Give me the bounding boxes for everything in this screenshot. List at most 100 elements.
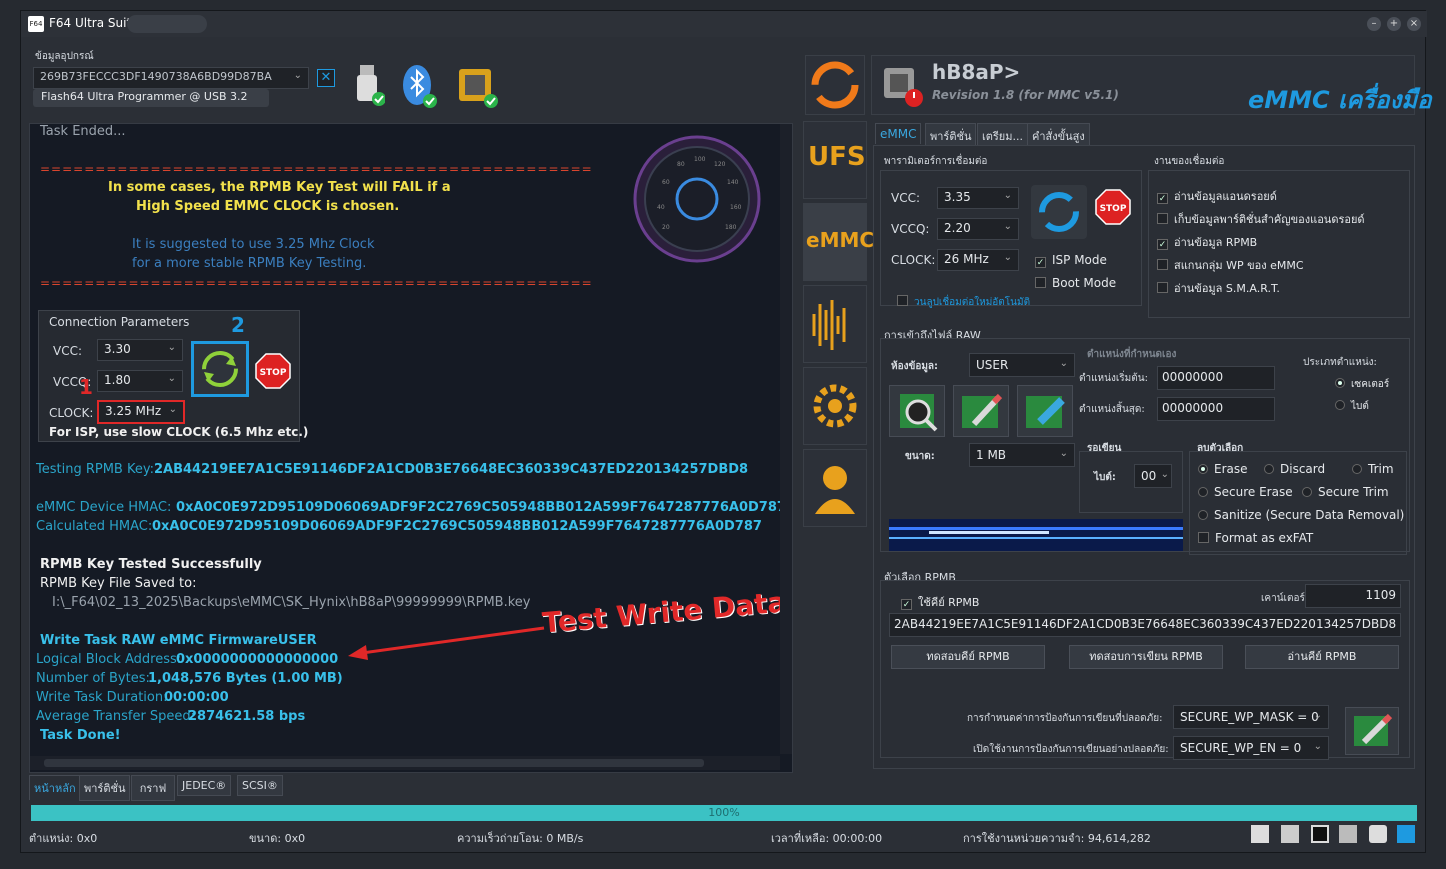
signal-mode-button[interactable]: [803, 285, 867, 363]
reconnect-button[interactable]: [191, 341, 249, 397]
calculator-icon[interactable]: [1339, 825, 1357, 843]
tab-jedec[interactable]: JEDEC®: [177, 775, 232, 796]
wp-mask-label: การกำหนดค่าการป้องกันการเขียนที่ปลอดภัย:: [967, 713, 1163, 724]
rpmb-saved-text: RPMB Key File Saved to:: [40, 576, 197, 591]
emmc-tab-content: พารามิเตอร์การเชื่อมต่อ VCC: 3.35 ⌄ VCCQ:…: [873, 145, 1415, 769]
clock-select-right[interactable]: 26 MHz ⌄: [937, 249, 1019, 271]
vcc-value: 3.30: [104, 342, 131, 356]
camera-icon[interactable]: [1369, 825, 1387, 843]
vccq-value-right: 2.20: [944, 221, 971, 235]
checkbox-unchecked: [897, 295, 908, 306]
marker-2: 2: [231, 313, 245, 337]
tab-home[interactable]: หน้าหลัก: [29, 775, 81, 800]
close-icon[interactable]: ×: [1407, 17, 1421, 31]
connection-params-box: Connection Parameters VCC: 3.30 ⌄ VCCQ: 1…: [38, 310, 308, 442]
area-label: ห้องข้อมูล:: [891, 361, 939, 372]
device-hmac-label: eMMC Device HMAC:: [36, 500, 172, 515]
task-scan-wp[interactable]: สแกนกลุ่ม WP ของ eMMC: [1157, 256, 1304, 274]
svg-text:100: 100: [694, 156, 706, 163]
task-read-android[interactable]: ✓ อ่านข้อมูลแอนดรอยด์: [1157, 187, 1277, 205]
secure-trim-radio[interactable]: Secure Trim: [1302, 485, 1389, 499]
isp-mode-checkbox[interactable]: ✓ ISP Mode: [1035, 253, 1107, 268]
warning-line-2: High Speed EMMC CLOCK is chosen.: [136, 199, 400, 214]
apply-wp-button[interactable]: [1345, 707, 1399, 755]
counter-label: เคาน์เตอร์:: [1261, 593, 1309, 604]
connect-button[interactable]: [1031, 185, 1087, 239]
status-remaining: เวลาที่เหลือ: 00:00:00: [771, 832, 883, 845]
tasks-title: งานของเชื่อมต่อ: [1154, 156, 1225, 167]
end-input[interactable]: 00000000: [1157, 397, 1275, 421]
disconnect-icon[interactable]: ✕: [317, 69, 335, 87]
format-exfat-checkbox[interactable]: Format as exFAT: [1198, 531, 1313, 545]
stop-button-right[interactable]: STOP: [1095, 189, 1131, 225]
write-button[interactable]: [953, 385, 1009, 437]
vertical-scrollbar[interactable]: [780, 124, 792, 754]
wp-en-label: เปิดใช้งานการป้องกันการเขียนอย่างปลอดภัย…: [973, 744, 1169, 755]
chevron-down-icon: ⌄: [1313, 710, 1322, 721]
read-rpmb-key-button[interactable]: อ่านคีย์ RPMB: [1245, 645, 1399, 669]
waveform-icon: [812, 300, 846, 350]
sanitize-radio[interactable]: Sanitize (Secure Data Removal): [1198, 508, 1404, 522]
stop-square-icon[interactable]: [1311, 825, 1329, 843]
test-rpmb-key-button[interactable]: ทดสอบคีย์ RPMB: [891, 645, 1045, 669]
byte-value: 00: [1141, 469, 1157, 483]
settings-button[interactable]: [803, 367, 867, 445]
sync-button[interactable]: [805, 55, 865, 115]
size-select[interactable]: 1 MB ⌄: [969, 443, 1075, 467]
image-icon[interactable]: [1281, 825, 1299, 843]
secure-erase-radio[interactable]: Secure Erase: [1198, 485, 1293, 499]
area-select[interactable]: USER ⌄: [969, 353, 1075, 377]
maximize-icon[interactable]: +: [1387, 17, 1401, 31]
lba-label: Logical Block Address:: [36, 652, 182, 667]
vcc-select[interactable]: 3.30 ⌄: [97, 339, 183, 361]
auto-reconnect-checkbox[interactable]: วนลูปเชื่อมต่อใหม่อัตโนมัติ: [897, 295, 1030, 310]
tab-emmc[interactable]: eMMC: [875, 123, 922, 144]
emmc-mode-button[interactable]: eMMC: [803, 203, 874, 281]
tab-graph[interactable]: กราฟ: [131, 775, 175, 801]
refresh-small-icon[interactable]: [1251, 825, 1269, 843]
size-label: ขนาด:: [905, 451, 935, 462]
chip-header: hB8aP> Revision 1.8 (for MMC v5.1) eMMC …: [871, 55, 1432, 115]
identify-button[interactable]: [889, 385, 945, 437]
wp-mask-select[interactable]: SECURE_WP_MASK = 0 ⌄: [1173, 705, 1329, 729]
counter-input[interactable]: 1109: [1305, 584, 1401, 608]
trim-radio[interactable]: Trim: [1352, 462, 1394, 476]
ufs-mode-button[interactable]: UFS: [803, 121, 867, 199]
task-ended-text: Task Ended...: [40, 124, 126, 139]
clock-select[interactable]: 3.25 MHz ⌄: [97, 400, 185, 424]
start-input[interactable]: 00000000: [1157, 366, 1275, 390]
task-backup-partitions[interactable]: เก็บข้อมูลพาร์ติชั่นสำคัญของแอนดรอยด์: [1157, 210, 1365, 228]
pos-byte-radio[interactable]: ไบต์: [1335, 399, 1369, 414]
test-rpmb-write-button[interactable]: ทดสอบการเขียน RPMB: [1069, 645, 1223, 669]
tab-scsi[interactable]: SCSI®: [237, 775, 283, 796]
task-read-rpmb[interactable]: ✓ อ่านข้อมูล RPMB: [1157, 233, 1257, 251]
erase-radio[interactable]: Erase: [1198, 462, 1248, 476]
annotation-text: Test Write Data: [541, 585, 788, 640]
chip-power-icon: [878, 62, 926, 110]
scroll-thumb[interactable]: [44, 759, 704, 767]
svg-text:120: 120: [714, 161, 726, 168]
horizontal-scrollbar[interactable]: [30, 756, 780, 770]
discard-radio[interactable]: Discard: [1264, 462, 1325, 476]
task-read-smart[interactable]: อ่านข้อมูล S.M.A.R.T.: [1157, 279, 1280, 297]
boot-mode-checkbox[interactable]: Boot Mode: [1035, 276, 1116, 290]
magnify-chip-icon: [900, 394, 938, 432]
rpmb-key-input[interactable]: 2AB44219EE7A1C5E91146DF2A1CD0B3E76648EC3…: [889, 613, 1401, 637]
device-select[interactable]: 269B73FECCC3DF1490738A6BD99D87BA ⌄: [33, 67, 309, 89]
wp-en-select[interactable]: SECURE_WP_EN = 0 ⌄: [1173, 736, 1329, 760]
pos-sector-radio[interactable]: เซคเตอร์: [1335, 377, 1389, 392]
minimize-icon[interactable]: –: [1367, 17, 1381, 31]
tab-partition[interactable]: พาร์ติชั่น: [79, 775, 131, 801]
vccq-select-right[interactable]: 2.20 ⌄: [937, 218, 1019, 240]
size-value: 1 MB: [976, 448, 1007, 462]
stop-button[interactable]: STOP: [255, 353, 291, 389]
vccq-select[interactable]: 1.80 ⌄: [97, 370, 183, 392]
erase-button[interactable]: [1017, 385, 1073, 437]
byte-select[interactable]: 00 ⌄: [1134, 464, 1172, 488]
use-rpmb-key-checkbox[interactable]: ✓ ใช้คีย์ RPMB: [901, 593, 979, 611]
separator-line: ========================================…: [40, 276, 593, 290]
user-button[interactable]: [803, 449, 867, 527]
chevron-down-icon: ⌄: [1059, 448, 1068, 459]
home-icon[interactable]: [1397, 825, 1415, 843]
vcc-select-right[interactable]: 3.35 ⌄: [937, 187, 1019, 209]
